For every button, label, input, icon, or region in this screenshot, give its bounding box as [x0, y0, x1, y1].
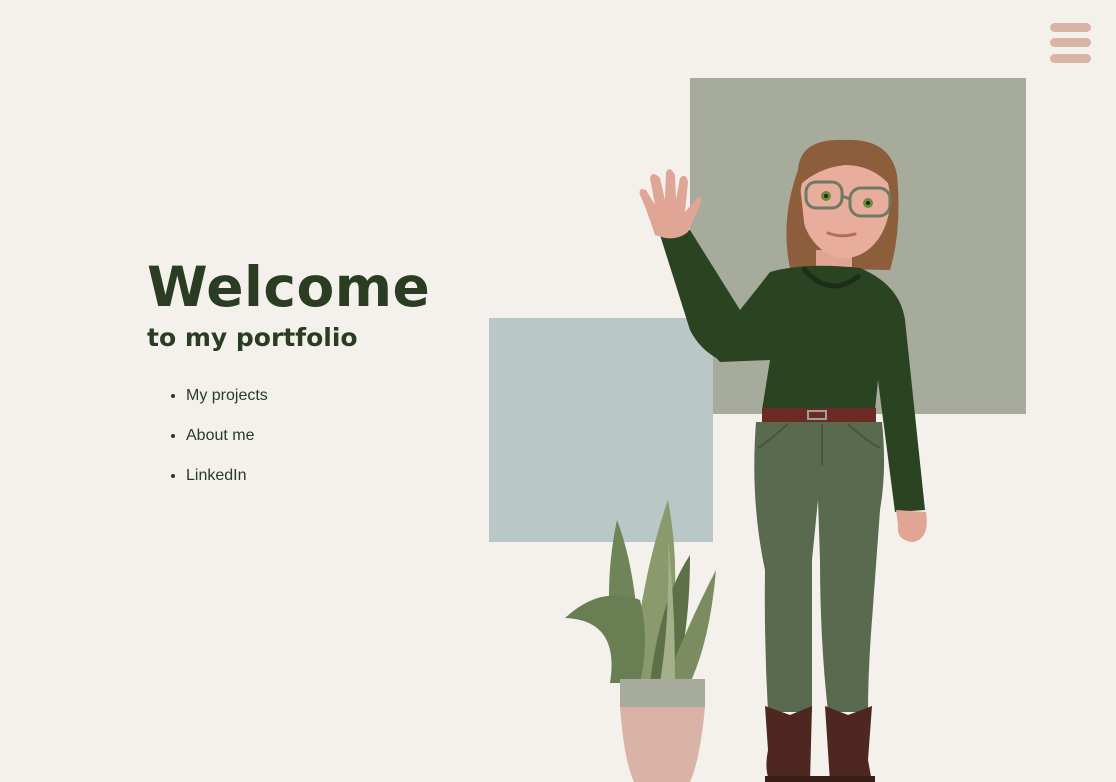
menu-bar-top	[1050, 23, 1091, 32]
hero: Welcome to my portfolio	[147, 255, 430, 353]
page-subtitle: to my portfolio	[147, 323, 358, 352]
menu-bar-bottom	[1050, 54, 1091, 63]
projects-link[interactable]: My projects	[186, 387, 268, 404]
snake-plant-illustration	[565, 500, 716, 782]
about-me-link[interactable]: About me	[186, 427, 254, 444]
decorative-blue-square	[489, 318, 713, 542]
page-title: Welcome	[147, 255, 431, 319]
decorative-sage-square	[690, 78, 1026, 414]
nav-item-linkedin: LinkedIn	[171, 462, 268, 502]
nav-item-about: About me	[171, 422, 268, 462]
linkedin-link[interactable]: LinkedIn	[186, 467, 247, 484]
hamburger-menu-button[interactable]	[1050, 22, 1092, 64]
nav-list: My projects About me LinkedIn	[171, 382, 268, 502]
nav-item-projects: My projects	[171, 382, 268, 422]
menu-bar-middle	[1050, 38, 1091, 47]
